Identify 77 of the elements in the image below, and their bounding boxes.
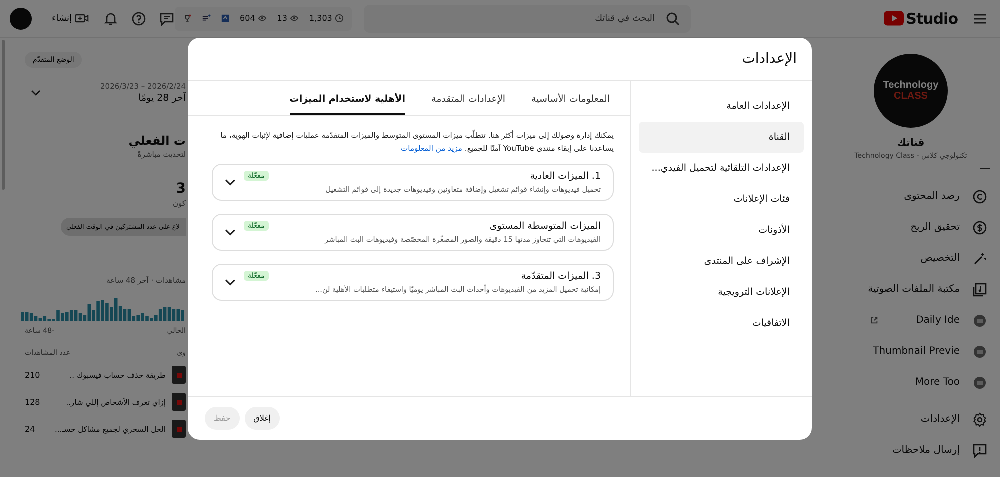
- channel-avatar[interactable]: [10, 8, 32, 30]
- sidebar-item[interactable]: رصد المحتوى: [810, 181, 1000, 212]
- help-icon[interactable]: [131, 10, 148, 26]
- app-icon: [972, 374, 988, 390]
- stat-value: 13: [277, 14, 288, 23]
- card-title: ت الفعلي: [128, 134, 186, 148]
- settings-nav-item[interactable]: الأذونات: [639, 215, 804, 246]
- feature-title: 3. الميزات المتقدّمة: [521, 270, 601, 282]
- settings-icon: [972, 412, 988, 428]
- chevron-down-icon[interactable]: [225, 278, 236, 286]
- settings-nav-item[interactable]: الإعدادات العامة: [639, 91, 804, 122]
- sidebar-item-label: Daily Ide: [916, 315, 960, 326]
- external-link-icon[interactable]: [870, 316, 879, 325]
- sidebar-item-label: الإعدادات: [920, 414, 960, 425]
- bell-icon[interactable]: [103, 10, 120, 26]
- studio-logo-text: Studio: [906, 10, 958, 28]
- app-icon[interactable]: [221, 14, 230, 23]
- close-button[interactable]: إغلاق: [244, 407, 280, 430]
- sidebar-item-label: More Too: [915, 377, 960, 388]
- dollar-icon: [972, 220, 988, 236]
- view-count: 128: [25, 398, 40, 406]
- period-label[interactable]: آخر 28 يومًا: [100, 93, 186, 104]
- feedback-icon: [972, 442, 988, 458]
- search-icon[interactable]: [665, 10, 682, 26]
- subscriber-count: 3: [175, 181, 186, 197]
- sidebar-item[interactable]: More Too: [810, 367, 1000, 398]
- sidebar-item-label: مكتبة الملفات الصوتية: [868, 284, 960, 295]
- sidebar-item-label: تحقيق الربح: [910, 222, 960, 233]
- sidebar-item[interactable]: مكتبة الملفات الصوتية: [810, 274, 1000, 305]
- sidebar-item-label: التخصيص: [920, 253, 960, 264]
- sidebar-item-label: Thumbnail Previe: [873, 346, 960, 357]
- list-icon[interactable]: [202, 14, 212, 23]
- trophy-icon[interactable]: [183, 14, 192, 23]
- feature-title: 1. الميزات العادية: [530, 170, 601, 182]
- sidebar-item-label: إرسال ملاحظات: [892, 445, 960, 456]
- tab[interactable]: الأهلية لاستخدام الميزات: [290, 81, 406, 115]
- sidebar-item[interactable]: Daily Ide: [810, 305, 1000, 336]
- stat-value: 1,303: [309, 14, 332, 23]
- channel-logo[interactable]: Technology CLASS: [874, 54, 948, 128]
- eye-icon: [258, 14, 268, 23]
- app-icon: [972, 344, 988, 360]
- search-field[interactable]: البحث في قناتك: [364, 4, 692, 32]
- comment-icon[interactable]: [159, 10, 176, 26]
- channel-label: قناتك: [896, 138, 926, 149]
- sidebar-item[interactable]: تحقيق الربح: [810, 212, 1000, 243]
- chevron-down-icon[interactable]: [225, 178, 236, 186]
- tab[interactable]: الإعدادات المتقدمة: [431, 81, 506, 115]
- music-library-icon: [972, 282, 988, 298]
- chevron-down-icon[interactable]: [225, 228, 236, 236]
- settings-nav-item[interactable]: القناة: [639, 122, 804, 153]
- app-icon: [972, 312, 988, 328]
- sidebar-item[interactable]: الإعدادات: [810, 404, 1000, 435]
- video-camera-plus-icon: [75, 13, 90, 24]
- video-thumbnail[interactable]: [172, 420, 186, 438]
- settings-nav-item[interactable]: الإعلانات الترويجية: [639, 277, 804, 308]
- settings-nav-item[interactable]: الإعدادات التلقائية لتحميل الفيدي...: [639, 153, 804, 184]
- video-thumbnail[interactable]: [172, 393, 186, 411]
- settings-nav-item[interactable]: فئات الإعلانات: [639, 184, 804, 215]
- sidebar-item[interactable]: إرسال ملاحظات: [810, 435, 1000, 466]
- tab[interactable]: المعلومات الأساسية: [532, 81, 610, 115]
- eye-icon: [290, 14, 300, 23]
- copyright-icon: [972, 188, 988, 204]
- magic-wand-icon: [972, 250, 988, 266]
- dialog-title: الإعدادات: [742, 51, 797, 67]
- view-count: 24: [25, 424, 36, 434]
- clock-icon: [335, 14, 344, 23]
- play-logo-icon: [884, 11, 904, 26]
- video-thumbnail[interactable]: [172, 366, 186, 384]
- stat-value: 604: [240, 14, 256, 23]
- sidebar-item[interactable]: التخصيص: [810, 243, 1000, 274]
- sidebar-item[interactable]: Thumbnail Previe: [810, 336, 1000, 367]
- settings-nav-item[interactable]: الاتفاقيات: [639, 308, 804, 339]
- create-button[interactable]: إنشاء: [50, 11, 92, 26]
- feature-title: الميزات المتوسطة المستوى: [490, 220, 601, 232]
- sidebar-item-label: رصد المحتوى: [904, 191, 960, 202]
- settings-nav-item[interactable]: الإشراف على المنتدى: [639, 246, 804, 277]
- view-count: 210: [25, 370, 40, 380]
